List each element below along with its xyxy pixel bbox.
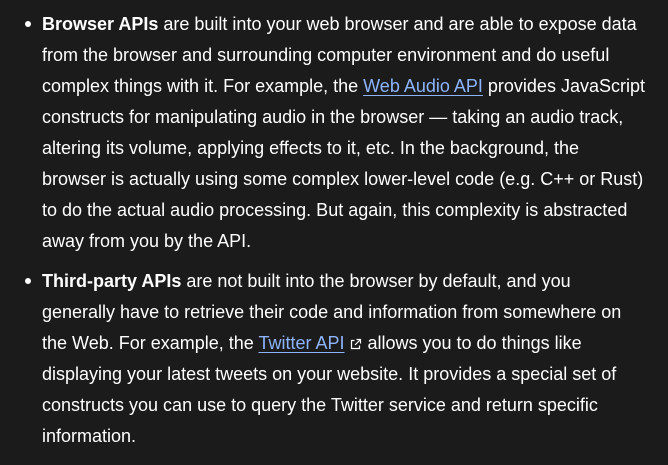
term-browser-apis: Browser APIs	[42, 14, 159, 34]
web-audio-api-link[interactable]: Web Audio API	[363, 76, 483, 96]
external-link-icon	[351, 338, 362, 350]
list-item-browser-apis: Browser APIs are built into your web bro…	[25, 9, 646, 257]
twitter-api-link[interactable]: Twitter API	[258, 333, 344, 353]
list-item-third-party-apis: Third-party APIs are not built into the …	[25, 266, 646, 452]
bullet-icon	[25, 278, 31, 284]
bullet-icon	[25, 21, 31, 27]
description-text: provides JavaScript constructs for manip…	[42, 76, 645, 251]
article-content: Browser APIs are built into your web bro…	[0, 0, 668, 465]
api-list: Browser APIs are built into your web bro…	[0, 9, 646, 452]
term-third-party-apis: Third-party APIs	[42, 271, 182, 291]
